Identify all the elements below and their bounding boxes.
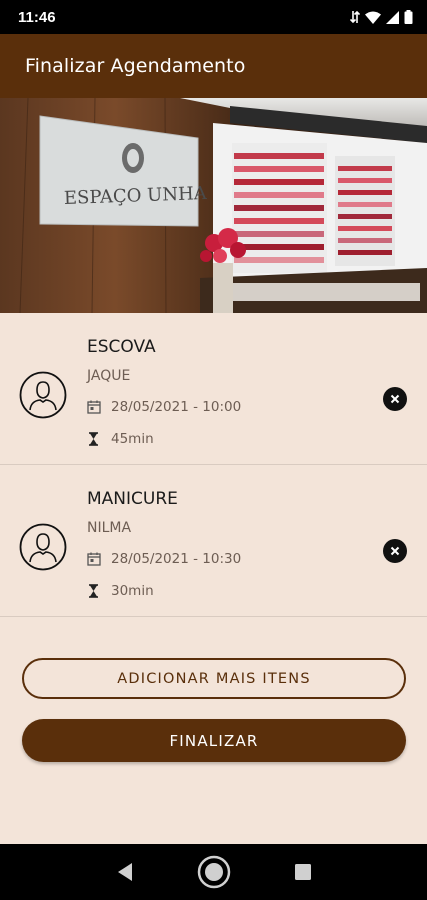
system-nav-bar bbox=[0, 844, 427, 900]
finish-button[interactable]: FINALIZAR bbox=[22, 719, 406, 762]
close-circle-icon bbox=[390, 394, 400, 404]
date-row: 28/05/2021 - 10:30 bbox=[87, 551, 241, 567]
add-more-items-button[interactable]: ADICIONAR MAIS ITENS bbox=[22, 658, 406, 699]
salon-illustration: ESPAÇO UNHA bbox=[0, 98, 427, 313]
app-bar: Finalizar Agendamento bbox=[0, 34, 427, 98]
remove-item-button[interactable] bbox=[383, 387, 407, 411]
salon-hero-image: ESPAÇO UNHA bbox=[0, 98, 427, 313]
service-name: ESCOVA bbox=[87, 337, 156, 357]
service-list: ESCOVA JAQUE 28/05/2021 - 10:00 45min MA… bbox=[0, 313, 427, 617]
list-item: MANICURE NILMA 28/05/2021 - 10:30 30min bbox=[0, 465, 427, 617]
date-row: 28/05/2021 - 10:00 bbox=[87, 399, 241, 415]
close-circle-icon bbox=[390, 546, 400, 556]
signal-icon bbox=[386, 10, 399, 24]
wifi-icon bbox=[365, 11, 381, 24]
user-outline-icon bbox=[19, 523, 67, 571]
service-duration: 45min bbox=[111, 431, 154, 447]
recents-square-icon bbox=[294, 864, 311, 880]
calendar-icon bbox=[87, 400, 101, 414]
duration-row: 45min bbox=[87, 431, 154, 447]
service-name: MANICURE bbox=[87, 489, 178, 509]
calendar-icon bbox=[87, 552, 101, 566]
data-arrows-icon bbox=[350, 10, 360, 24]
status-time: 11:46 bbox=[18, 8, 56, 26]
appointment-datetime: 28/05/2021 - 10:00 bbox=[111, 399, 242, 415]
back-button[interactable] bbox=[105, 852, 145, 892]
status-icons bbox=[350, 10, 413, 24]
duration-row: 30min bbox=[87, 583, 154, 599]
service-duration: 30min bbox=[111, 583, 154, 599]
appointment-datetime: 28/05/2021 - 10:30 bbox=[111, 551, 242, 567]
list-item: ESCOVA JAQUE 28/05/2021 - 10:00 45min bbox=[0, 313, 427, 465]
home-circle-icon bbox=[197, 855, 230, 889]
battery-icon bbox=[404, 10, 413, 24]
user-outline-icon bbox=[19, 371, 67, 419]
recents-button[interactable] bbox=[283, 852, 323, 892]
hourglass-icon bbox=[89, 584, 98, 598]
page-title: Finalizar Agendamento bbox=[25, 55, 246, 77]
status-bar: 11:46 bbox=[0, 0, 427, 34]
professional-name: JAQUE bbox=[87, 368, 131, 384]
back-triangle-icon bbox=[117, 863, 132, 881]
hourglass-icon bbox=[89, 432, 98, 446]
remove-item-button[interactable] bbox=[383, 539, 407, 563]
home-button[interactable] bbox=[194, 852, 234, 892]
professional-name: NILMA bbox=[87, 520, 132, 536]
